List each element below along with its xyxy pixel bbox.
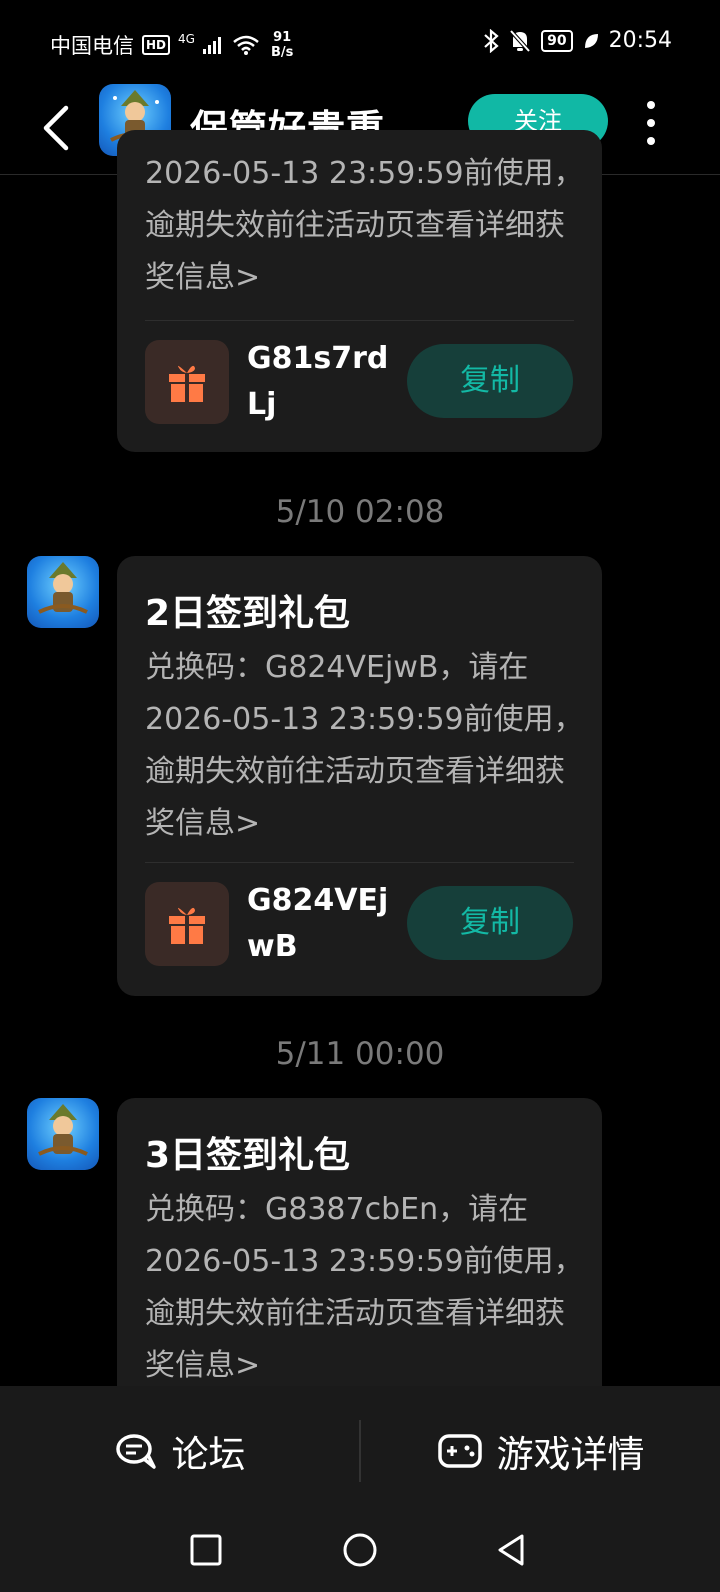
signal-type: 4G	[178, 32, 195, 46]
system-nav-bar	[0, 1516, 720, 1592]
message-card: 2日签到礼包 兑换码：G824VEjwB，请在2026-05-13 23:59:…	[117, 556, 602, 996]
battery-indicator: 90	[541, 29, 573, 52]
recent-apps-button[interactable]	[184, 1528, 228, 1572]
sender-avatar[interactable]	[27, 556, 99, 628]
gift-code-box	[145, 882, 229, 966]
gamepad-icon	[437, 1434, 482, 1468]
card-divider	[145, 862, 574, 863]
bottom-tab-bar: 论坛 游戏详情	[0, 1386, 720, 1516]
dot-icon	[647, 137, 655, 145]
carrier-label: 中国电信	[50, 34, 134, 58]
message-body[interactable]: 兑换码：G824VEjwB，请在2026-05-13 23:59:59前使用，逾…	[145, 642, 585, 850]
leaf-icon	[584, 33, 598, 48]
gift-code-box	[145, 340, 229, 424]
circle-icon	[343, 1533, 377, 1567]
net-speed-unit: B/s	[270, 45, 294, 60]
copy-button[interactable]: 复制	[407, 886, 573, 960]
status-bar: 中国电信 HD 4G 91 B/s 90 20:54	[0, 0, 720, 84]
wifi-icon	[233, 35, 259, 55]
bluetooth-icon	[484, 28, 499, 53]
message-body[interactable]: 兑换码：G8387cbEn，请在2026-05-13 23:59:59前使用，逾…	[145, 1184, 585, 1392]
dot-icon	[647, 119, 655, 127]
message-body[interactable]: 2026-05-13 23:59:59前使用，逾期失效前往活动页查看详细获奖信息…	[145, 148, 585, 304]
hd-badge: HD	[142, 35, 171, 55]
bell-muted-icon	[509, 29, 531, 52]
signal-icon	[202, 37, 221, 54]
copy-button[interactable]: 复制	[407, 344, 573, 418]
message-title: 2日签到礼包	[145, 593, 351, 634]
card-divider	[145, 320, 574, 321]
clock: 20:54	[608, 28, 672, 53]
archer-character-icon	[38, 562, 88, 614]
gift-code: G81s7rdLj	[247, 341, 389, 422]
message-timestamp: 5/10 02:08	[275, 494, 445, 530]
message-title: 3日签到礼包	[145, 1135, 351, 1176]
forum-tab-label: 论坛	[171, 1433, 246, 1476]
forum-tab[interactable]: 论坛	[0, 1386, 359, 1516]
game-details-tab[interactable]: 游戏详情	[361, 1386, 720, 1516]
triangle-back-icon	[498, 1534, 524, 1566]
sender-avatar[interactable]	[27, 1098, 99, 1170]
chat-bubble-icon	[115, 1434, 156, 1469]
back-nav-button[interactable]	[490, 1528, 534, 1572]
gift-code: G824VEjwB	[247, 883, 389, 964]
status-left: 中国电信 HD 4G 91 B/s	[50, 30, 293, 60]
gift-icon	[169, 365, 205, 402]
archer-character-icon	[38, 1104, 88, 1156]
net-speed-value: 91	[273, 30, 292, 45]
dot-icon	[647, 101, 655, 109]
message-card: 2026-05-13 23:59:59前使用，逾期失效前往活动页查看详细获奖信息…	[117, 130, 602, 452]
home-button[interactable]	[338, 1528, 382, 1572]
back-button[interactable]	[38, 100, 78, 156]
net-speed: 91 B/s	[271, 30, 293, 60]
chevron-left-icon	[43, 105, 69, 151]
square-icon	[190, 1534, 222, 1566]
message-card: 3日签到礼包 兑换码：G8387cbEn，请在2026-05-13 23:59:…	[117, 1098, 602, 1418]
more-options-button[interactable]	[636, 98, 666, 148]
message-timestamp: 5/11 00:00	[275, 1036, 445, 1072]
gift-icon	[169, 907, 205, 944]
status-right: 90 20:54	[483, 28, 672, 53]
game-details-tab-label: 游戏详情	[496, 1433, 645, 1476]
